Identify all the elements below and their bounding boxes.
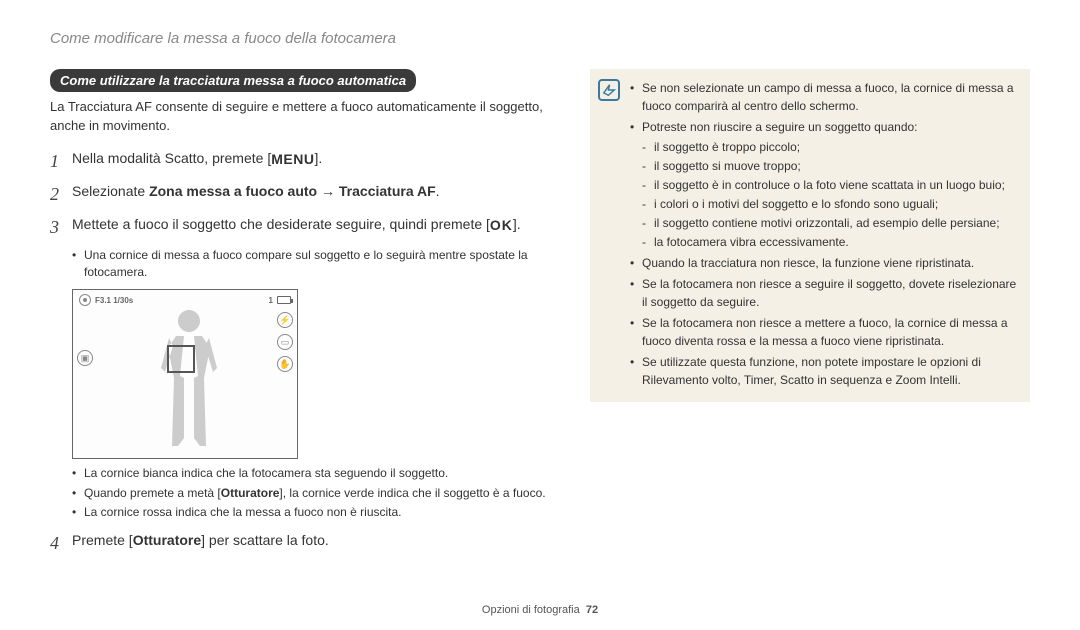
af-frame: [167, 345, 195, 373]
note-item: Potreste non riuscire a seguire un sogge…: [630, 118, 1018, 251]
step-3-sub-a: Una cornice di messa a fuoco compare sul…: [72, 247, 560, 282]
page-header: Come modificare la messa a fuoco della f…: [50, 30, 1030, 47]
intro-text: La Tracciatura AF consente di seguire e …: [50, 98, 560, 136]
note-sub-item: la fotocamera vibra eccessivamente.: [642, 233, 1018, 251]
sub-bullet: Una cornice di messa a fuoco compare sul…: [72, 247, 560, 282]
footer-page: 72: [586, 604, 598, 616]
note-item: Se utilizzate questa funzione, non potet…: [630, 353, 1018, 389]
step-2-arrow: →: [317, 183, 339, 199]
ok-icon: OK: [490, 215, 513, 236]
step-2-bold2: Tracciatura AF: [339, 183, 436, 199]
step-2-bold1: Zona messa a fuoco auto: [149, 183, 317, 199]
note-item: Se non selezionate un campo di messa a f…: [630, 79, 1018, 115]
sub-bullet: La cornice bianca indica che la fotocame…: [72, 465, 560, 482]
camera-info: F3.1 1/30s: [95, 296, 133, 305]
step-1-pre: Nella modalità Scatto, premete [: [72, 150, 271, 166]
af-mode-icon: ▣: [77, 350, 93, 366]
note-item: Se la fotocamera non riesce a mettere a …: [630, 314, 1018, 350]
subject-silhouette: [159, 308, 219, 448]
sub-bullet: Quando premete a metà [Otturatore], la c…: [72, 485, 560, 502]
step-4-post: ] per scattare la foto.: [201, 532, 329, 548]
step-3-post: ].: [513, 216, 521, 232]
stabilizer-icon: ✋: [277, 356, 293, 372]
sub-c-bold: Otturatore: [221, 486, 280, 500]
note-item: Quando la tracciatura non riesce, la fun…: [630, 254, 1018, 272]
step-number: 3: [50, 214, 72, 241]
note-sub-item: il soggetto contiene motivi orizzontali,…: [642, 214, 1018, 232]
sub-c-post: ], la cornice verde indica che il sogget…: [279, 486, 545, 500]
note-sub-item: i colori o i motivi del soggetto e lo sf…: [642, 195, 1018, 213]
step-3-sub-rest: La cornice bianca indica che la fotocame…: [72, 465, 560, 521]
step-1: 1 Nella modalità Scatto, premete [MENU].: [50, 148, 560, 175]
steps-list: 1 Nella modalità Scatto, premete [MENU].…: [50, 148, 560, 241]
note-box: Se non selezionate un campo di messa a f…: [590, 69, 1030, 402]
photo-size-icon: ▭: [277, 334, 293, 350]
step-4-bold: Otturatore: [133, 532, 201, 548]
step-4-pre: Premete [: [72, 532, 133, 548]
page-footer: Opzioni di fotografia 72: [0, 604, 1080, 616]
flash-icon: ⚡: [277, 312, 293, 328]
step-1-post: ].: [314, 150, 322, 166]
right-column: Se non selezionate un campo di messa a f…: [590, 69, 1030, 563]
note-icon: [598, 79, 620, 101]
left-column: Come utilizzare la tracciatura messa a f…: [50, 69, 560, 563]
step-4-wrap: 4 Premete [Otturatore] per scattare la f…: [50, 530, 560, 557]
step-2-post: .: [436, 183, 440, 199]
step-4: 4 Premete [Otturatore] per scattare la f…: [50, 530, 560, 557]
mode-icon: [79, 294, 91, 306]
footer-section: Opzioni di fotografia: [482, 604, 580, 616]
step-3-pre: Mettete a fuoco il soggetto che desidera…: [72, 216, 490, 232]
note-2-head: Potreste non riuscire a seguire un sogge…: [642, 120, 918, 134]
note-item: Se la fotocamera non riesce a seguire il…: [630, 275, 1018, 311]
note-sub-item: il soggetto si muove troppo;: [642, 157, 1018, 175]
camera-screen-illustration: F3.1 1/30s 1 ▣ ⚡ ▭ ✋: [72, 289, 298, 459]
note-sub-item: il soggetto è troppo piccolo;: [642, 138, 1018, 156]
step-number: 2: [50, 181, 72, 208]
step-2-pre: Selezionate: [72, 183, 149, 199]
step-3: 3 Mettete a fuoco il soggetto che deside…: [50, 214, 560, 241]
sub-bullet: La cornice rossa indica che la messa a f…: [72, 504, 560, 521]
menu-icon: MENU: [271, 149, 314, 170]
step-2: 2 Selezionate Zona messa a fuoco auto → …: [50, 181, 560, 208]
note-sub-item: il soggetto è in controluce o la foto vi…: [642, 176, 1018, 194]
sub-c-pre: Quando premete a metà [: [84, 486, 221, 500]
step-number: 1: [50, 148, 72, 175]
step-number: 4: [50, 530, 72, 557]
camera-count: 1: [269, 296, 273, 305]
section-pill: Come utilizzare la tracciatura messa a f…: [50, 69, 416, 92]
battery-icon: [277, 296, 291, 304]
